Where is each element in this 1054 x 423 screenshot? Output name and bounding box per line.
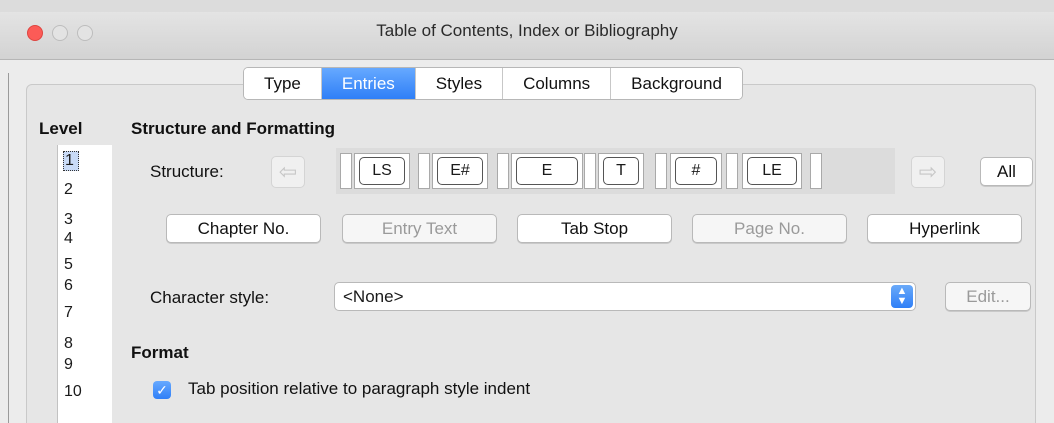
level-item-6[interactable]: 6: [64, 277, 73, 295]
window-title: Table of Contents, Index or Bibliography: [376, 21, 678, 40]
level-item-1[interactable]: 1: [63, 151, 79, 171]
title-bar-top-strip: [0, 0, 1054, 12]
tab-position-label: Tab position relative to paragraph style…: [188, 379, 531, 398]
character-style-value: <None>: [343, 287, 404, 306]
title-bar: Table of Contents, Index or Bibliography: [0, 0, 1054, 60]
tab-bar: Type Entries Styles Columns Background: [243, 67, 743, 100]
level-item-4[interactable]: 4: [64, 230, 73, 248]
structure-token-tab-stop[interactable]: T: [598, 153, 644, 189]
tab-stop-button[interactable]: Tab Stop: [517, 214, 672, 243]
structure-token-entry-number[interactable]: E#: [432, 153, 488, 189]
level-list[interactable]: 1 2 3 4 5 6 7 8 9 10: [57, 145, 112, 423]
character-style-select[interactable]: <None> ▲ ▼: [334, 282, 916, 311]
page-no-button[interactable]: Page No.: [692, 214, 847, 243]
chapter-no-button[interactable]: Chapter No.: [166, 214, 321, 243]
token-label: LS: [359, 157, 405, 185]
level-item-3[interactable]: 3: [64, 211, 73, 229]
structure-gap[interactable]: [497, 153, 509, 189]
level-item-7[interactable]: 7: [64, 304, 73, 322]
tab-entries[interactable]: Entries: [321, 68, 416, 99]
token-label: E: [516, 157, 578, 185]
character-style-label: Character style:: [150, 288, 270, 307]
level-heading: Level: [39, 119, 83, 138]
left-edge-divider: [8, 73, 9, 423]
structure-label: Structure:: [150, 162, 224, 181]
structure-token-ls[interactable]: LS: [354, 153, 410, 189]
tab-position-checkbox[interactable]: ✓: [153, 381, 171, 399]
token-label: T: [603, 157, 639, 185]
structure-token-le[interactable]: LE: [742, 153, 802, 189]
structure-gap[interactable]: [418, 153, 430, 189]
token-label: E#: [437, 157, 483, 185]
structure-formatting-heading: Structure and Formatting: [131, 119, 336, 138]
structure-gap[interactable]: [655, 153, 667, 189]
arrow-right-icon[interactable]: ⇨: [911, 156, 945, 188]
hyperlink-button[interactable]: Hyperlink: [867, 214, 1022, 243]
structure-token-page-number[interactable]: #: [670, 153, 722, 189]
level-item-10[interactable]: 10: [64, 383, 82, 401]
structure-token-entry-text[interactable]: E: [511, 153, 583, 189]
tab-columns[interactable]: Columns: [503, 68, 612, 99]
tab-background[interactable]: Background: [611, 68, 742, 99]
level-item-9[interactable]: 9: [64, 356, 73, 374]
edit-button[interactable]: Edit...: [945, 282, 1031, 311]
structure-gap[interactable]: [584, 153, 596, 189]
structure-gap[interactable]: [726, 153, 738, 189]
token-label: LE: [747, 157, 797, 185]
level-item-2[interactable]: 2: [64, 181, 73, 199]
level-item-5[interactable]: 5: [64, 256, 73, 274]
format-heading: Format: [131, 343, 189, 362]
arrow-left-icon[interactable]: ⇦: [271, 156, 305, 188]
entry-text-button[interactable]: Entry Text: [342, 214, 497, 243]
level-item-8[interactable]: 8: [64, 335, 73, 353]
token-label: #: [675, 157, 717, 185]
structure-gap[interactable]: [340, 153, 352, 189]
all-button[interactable]: All: [980, 157, 1033, 186]
tab-styles[interactable]: Styles: [415, 68, 504, 99]
checkmark-icon: ✓: [156, 382, 168, 398]
chevron-up-down-icon: ▲ ▼: [891, 285, 913, 308]
structure-gap[interactable]: [810, 153, 822, 189]
tab-type[interactable]: Type: [244, 68, 322, 99]
